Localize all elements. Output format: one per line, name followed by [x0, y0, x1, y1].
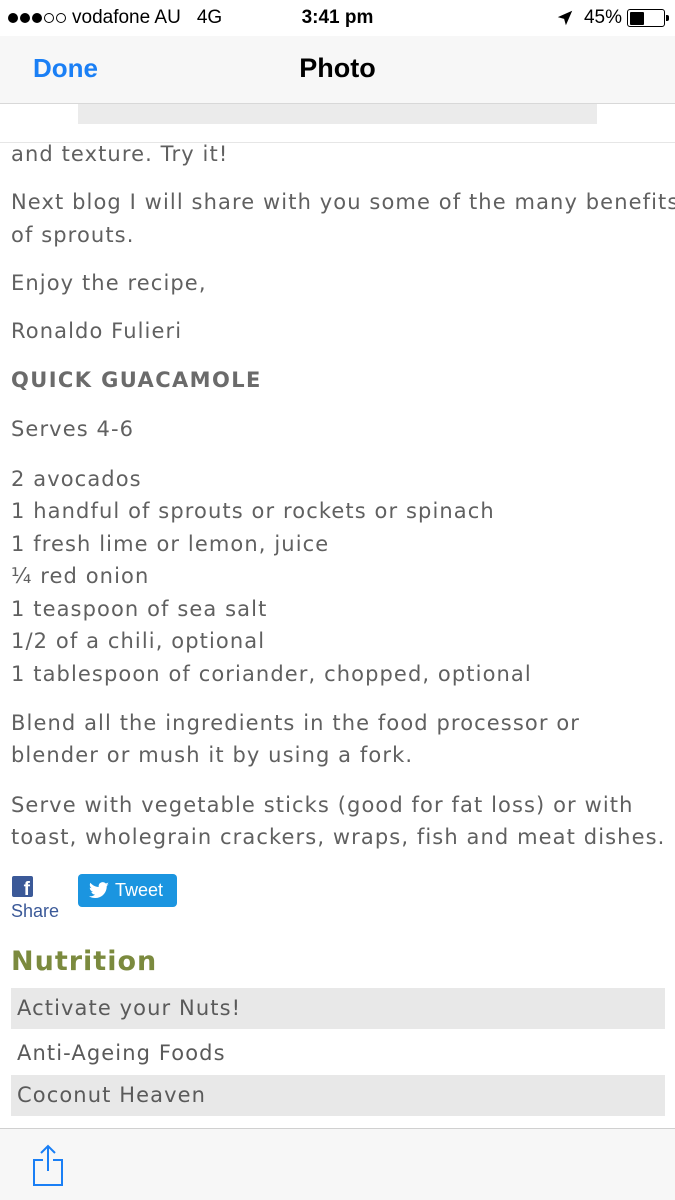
article-line: Next blog I will share with you some of … — [11, 190, 675, 214]
article-line: of sprouts. — [11, 223, 135, 247]
facebook-icon: f — [12, 876, 33, 899]
article-line: toast, wholegrain crackers, wraps, fish … — [11, 825, 666, 849]
battery-cap — [666, 15, 669, 21]
bottom-toolbar — [0, 1128, 675, 1200]
ingredient-item: 2 avocados — [11, 467, 142, 491]
nutrition-link[interactable]: Activate your Nuts! — [11, 988, 665, 1029]
nav-bar: Done Photo — [0, 36, 675, 104]
nutrition-heading: Nutrition — [11, 946, 158, 977]
image-top-strip — [78, 104, 597, 124]
twitter-bird-icon — [89, 881, 109, 898]
battery-percent: 45% — [583, 7, 622, 28]
article-line: and texture. Try it! — [11, 142, 229, 166]
article-line: Enjoy the recipe, — [11, 271, 207, 295]
battery-fill — [629, 11, 645, 25]
article-line: blender or mush it by using a fork. — [11, 743, 414, 767]
ingredient-item: ¼ red onion — [11, 564, 150, 588]
location-arrow-icon — [557, 10, 573, 26]
ingredient-item: 1 tablespoon of coriander, chopped, opti… — [11, 662, 532, 686]
ingredient-item: 1 teaspoon of sea salt — [11, 597, 268, 621]
ingredient-item: 1 fresh lime or lemon, juice — [11, 532, 330, 556]
ingredient-item: 1 handful of sprouts or rockets or spina… — [11, 499, 495, 523]
author-name: Ronaldo Fulieri — [11, 319, 183, 343]
article-line: Serve with vegetable sticks (good for fa… — [11, 793, 634, 817]
nutrition-link[interactable]: Anti-Ageing Foods — [11, 1033, 665, 1074]
battery-icon — [627, 9, 669, 27]
share-icon[interactable] — [30, 1143, 66, 1187]
status-right: 45% — [556, 7, 669, 29]
tweet-button[interactable]: Tweet — [78, 874, 177, 907]
ingredient-item: 1/2 of a chili, optional — [11, 629, 266, 653]
nav-title: Photo — [299, 53, 376, 83]
facebook-share-label: Share — [11, 901, 60, 921]
article-line: Blend all the ingredients in the food pr… — [11, 711, 581, 735]
status-bar: vodafone AU 4G 3:41 pm 45% — [0, 0, 675, 36]
recipe-serves: Serves 4-6 — [11, 417, 135, 441]
tweet-label: Tweet — [115, 880, 164, 900]
facebook-share-button[interactable]: f Share — [11, 876, 59, 922]
recipe-heading: QUICK GUACAMOLE — [11, 368, 262, 392]
nutrition-link[interactable]: Coconut Heaven — [11, 1075, 665, 1116]
